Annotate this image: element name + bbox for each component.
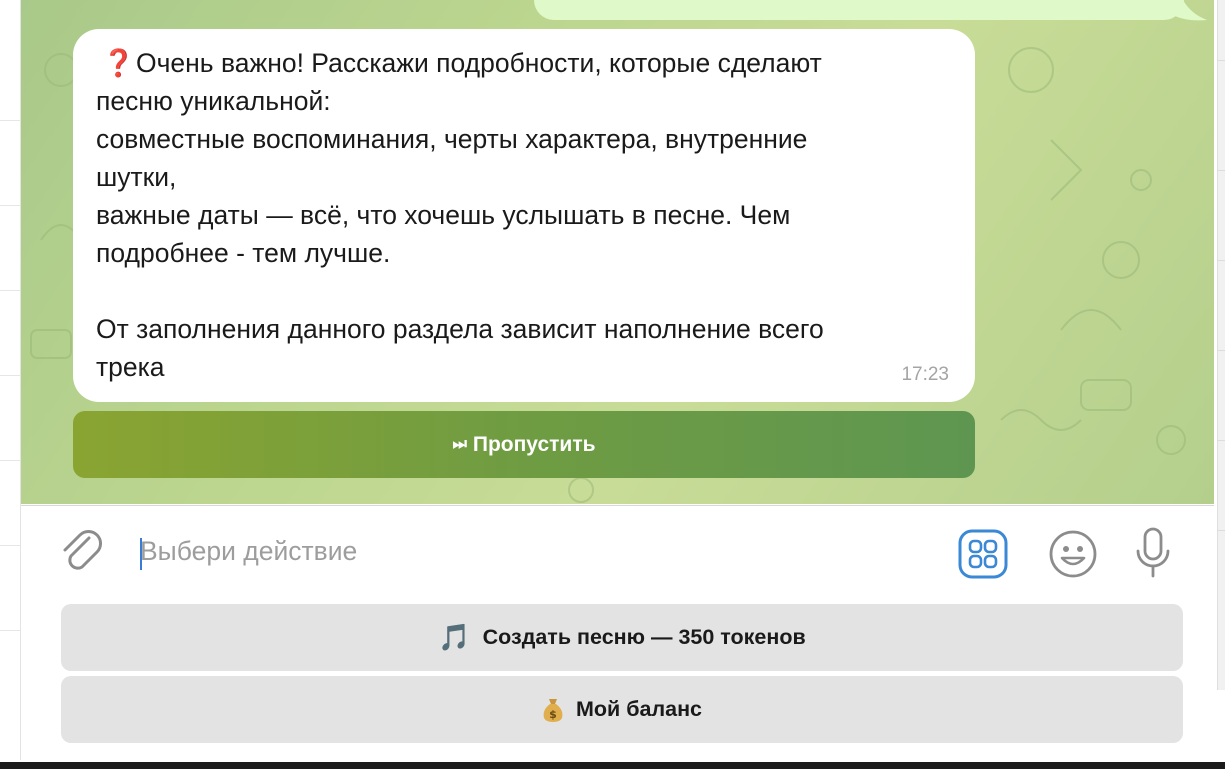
bot-commands-icon[interactable] bbox=[958, 529, 1008, 579]
message-line: важные даты — всё, что хочешь услышать в… bbox=[96, 200, 791, 230]
text-caret bbox=[140, 538, 142, 570]
divider bbox=[0, 545, 20, 546]
incoming-message-bubble: ❓Очень важно! Расскажи подробности, кото… bbox=[73, 29, 975, 402]
question-mark-icon: ❓ bbox=[102, 48, 135, 78]
divider bbox=[0, 120, 20, 121]
skip-button[interactable]: ⏭ Пропустить bbox=[73, 411, 975, 478]
emoji-icon[interactable] bbox=[1048, 529, 1098, 579]
message-input[interactable] bbox=[140, 530, 940, 572]
divider bbox=[1218, 60, 1225, 61]
my-balance-label: Мой баланс bbox=[575, 697, 703, 721]
money-bag-icon: $ bbox=[543, 698, 563, 722]
outgoing-message-bubble bbox=[534, 0, 1184, 20]
divider bbox=[0, 630, 20, 631]
message-line: От заполнения данного раздела зависит на… bbox=[96, 314, 824, 344]
bottom-window-edge bbox=[0, 762, 1225, 769]
divider bbox=[1218, 170, 1225, 171]
divider bbox=[0, 375, 20, 376]
divider bbox=[1218, 440, 1225, 441]
message-line bbox=[96, 272, 957, 310]
music-note-icon: 🎵 bbox=[438, 622, 471, 653]
svg-text:$: $ bbox=[549, 708, 557, 721]
message-time: 17:23 bbox=[901, 364, 949, 385]
message-text: Очень важно! Расскажи подробности, котор… bbox=[136, 48, 822, 78]
divider bbox=[0, 205, 20, 206]
skip-button-label: Пропустить bbox=[472, 432, 596, 456]
window-edge bbox=[1217, 0, 1225, 690]
divider bbox=[1218, 350, 1225, 351]
divider bbox=[0, 290, 20, 291]
message-line: подробнее - тем лучше. bbox=[96, 238, 391, 268]
create-song-label: Создать песню — 350 токенов bbox=[482, 625, 806, 649]
message-line: шутки, bbox=[96, 162, 177, 192]
divider bbox=[0, 460, 20, 461]
skip-forward-icon: ⏭ bbox=[452, 435, 467, 453]
message-line: трека bbox=[96, 352, 165, 382]
message-line: совместные воспоминания, черты характера… bbox=[96, 124, 808, 154]
divider bbox=[1218, 260, 1225, 261]
divider bbox=[1218, 530, 1225, 531]
message-line: ❓Очень важно! Расскажи подробности, кото… bbox=[96, 44, 957, 82]
microphone-icon[interactable] bbox=[1134, 526, 1172, 580]
my-balance-button[interactable]: $ Мой баланс bbox=[61, 676, 1183, 743]
paperclip-icon[interactable] bbox=[59, 528, 105, 576]
bubble-tail bbox=[1171, 0, 1207, 21]
create-song-button[interactable]: 🎵 Создать песню — 350 токенов bbox=[61, 604, 1183, 671]
message-composer bbox=[21, 505, 1214, 601]
chat-list-edge bbox=[0, 0, 21, 760]
message-line: песню уникальной: bbox=[96, 86, 331, 116]
